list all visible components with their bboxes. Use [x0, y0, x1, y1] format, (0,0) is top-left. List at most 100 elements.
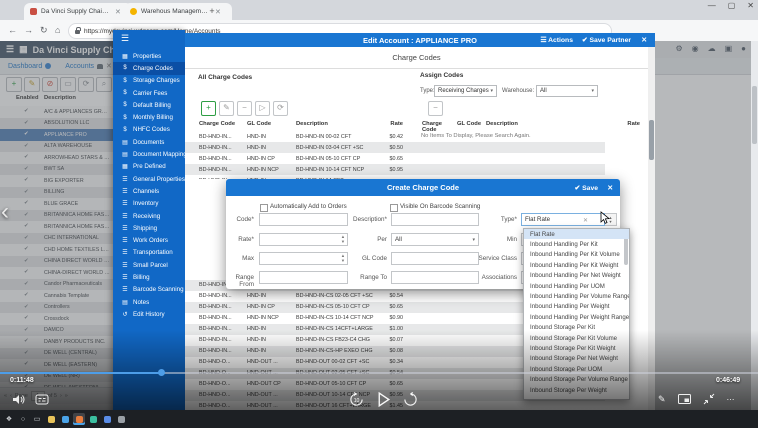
annotate-pencil-icon[interactable]: ✎: [658, 394, 666, 405]
task-view-button[interactable]: ▭: [31, 413, 43, 425]
dropdown-item[interactable]: Inbound Storage Per Net Weight: [524, 354, 629, 364]
sidebar-hamburger-icon[interactable]: ☰: [121, 33, 129, 44]
new-tab-button[interactable]: +: [206, 5, 218, 17]
sidebar-item-charge-codes[interactable]: $Charge Codes: [113, 62, 185, 74]
sidebar-item-receiving[interactable]: ☰Receiving: [113, 210, 185, 222]
reload-icon[interactable]: ↻: [40, 25, 48, 35]
type-input[interactable]: Flat Rate ✕: [521, 213, 605, 226]
dropdown-item[interactable]: Inbound Storage Per Kit Weight: [524, 343, 629, 353]
sidebar-item-monthly-billing[interactable]: $Monthly Billing: [113, 112, 185, 124]
save-button[interactable]: ✔ Save: [575, 184, 598, 192]
dropdown-item[interactable]: Inbound Storage Per Weight: [524, 385, 629, 395]
app-icon[interactable]: [101, 413, 113, 425]
dropdown-item[interactable]: Inbound Handling Per Volume Range: [524, 291, 629, 301]
sidebar-item-edit-history[interactable]: ↺Edit History: [113, 308, 185, 320]
file-explorer-icon[interactable]: [45, 413, 57, 425]
copy-charge-code-button[interactable]: ▷: [255, 101, 270, 116]
sidebar-item-carrier-fees[interactable]: $Carrier Fees: [113, 87, 185, 99]
search-button[interactable]: ○: [17, 413, 29, 425]
remove-charge-code-button[interactable]: −: [237, 101, 252, 116]
assign-remove-button[interactable]: −: [428, 101, 443, 116]
edit-modal-scrollbar[interactable]: [648, 47, 655, 428]
sidebar-item-general-properties[interactable]: ☰General Properties: [113, 173, 185, 185]
tab-close-icon[interactable]: ✕: [115, 8, 121, 16]
sidebar-item-storage-charges[interactable]: $Storage Charges: [113, 75, 185, 87]
dropdown-item[interactable]: Inbound Handling Per UOM: [524, 281, 629, 291]
dropdown-item[interactable]: Inbound Handling Per Net Weight: [524, 271, 629, 281]
sidebar-item-channels[interactable]: ☰Channels: [113, 185, 185, 197]
recording-app-icon[interactable]: [73, 413, 85, 425]
sidebar-item-small-parcel[interactable]: ☰Small Parcel: [113, 259, 185, 271]
dropdown-item[interactable]: Inbound Handling Per Kit Weight: [524, 260, 629, 270]
back-icon[interactable]: ←: [8, 25, 17, 35]
close-window-icon[interactable]: ✕: [747, 1, 754, 10]
dropdown-item[interactable]: Inbound Storage Per Kit: [524, 323, 629, 333]
sidebar-item-properties[interactable]: ▦Properties: [113, 50, 185, 62]
sidebar-item-transportation[interactable]: ☰Transportation: [113, 247, 185, 259]
actions-button[interactable]: ☰ Actions: [540, 36, 573, 44]
sidebar-item-work-orders[interactable]: ☰Work Orders: [113, 235, 185, 247]
forward-icon[interactable]: [403, 392, 418, 407]
dropdown-item[interactable]: Inbound Handling Per Weight Range: [524, 312, 629, 322]
sidebar-item-nhfc-codes[interactable]: $NHFC Codes: [113, 124, 185, 136]
save-partner-button[interactable]: ✔ Save Partner: [582, 36, 631, 44]
browser-scrollbar[interactable]: [751, 41, 758, 410]
start-button[interactable]: ❖: [3, 413, 15, 425]
pip-icon[interactable]: [678, 394, 691, 404]
browser-tab-1[interactable]: Da Vinci Supply Chain Busines ✕: [24, 3, 132, 20]
dropdown-item[interactable]: Inbound Handling Per Kit Volume: [524, 250, 629, 260]
code-input[interactable]: [259, 213, 348, 226]
charge-code-row[interactable]: BD-HND-IN...HND-IN CPBD-HND-IN 05-10 CFT…: [185, 153, 605, 164]
charge-code-row[interactable]: BD-HND-IN...HND-IN NCPBD-HND-IN 10-14 CF…: [185, 164, 605, 175]
create-modal-close-icon[interactable]: ✕: [607, 184, 613, 192]
per-select[interactable]: All▾: [391, 233, 479, 246]
sidebar-item-pre-defined[interactable]: ▦Pre Defined: [113, 161, 185, 173]
edit-modal-close-icon[interactable]: ✕: [641, 36, 647, 44]
home-icon[interactable]: ⌂: [55, 25, 60, 35]
app-icon[interactable]: [87, 413, 99, 425]
range-to-input[interactable]: [391, 271, 479, 284]
max-input[interactable]: ▲▼: [259, 252, 348, 265]
sidebar-item-document-mapping[interactable]: ▤Document Mapping: [113, 148, 185, 160]
sidebar-item-documents[interactable]: ▤Documents: [113, 136, 185, 148]
visible-barcode-checkbox[interactable]: [390, 204, 398, 212]
gl-code-input[interactable]: [391, 252, 479, 265]
video-progress-handle[interactable]: [158, 369, 165, 376]
shrink-icon[interactable]: [703, 393, 715, 405]
dropdown-item[interactable]: Inbound Storage Per Volume Range: [524, 374, 629, 384]
charge-code-row[interactable]: BD-HND-IN...HND-INBD-HND-IN 03-04 CFT +S…: [185, 142, 605, 153]
volume-icon[interactable]: [12, 394, 26, 405]
forward-icon[interactable]: →: [24, 25, 33, 35]
auto-add-checkbox[interactable]: [260, 204, 268, 212]
assign-type-select[interactable]: Receiving Charges▾: [434, 85, 497, 97]
maximize-icon[interactable]: ▢: [728, 1, 736, 10]
sidebar-item-default-billing[interactable]: $Default Billing: [113, 99, 185, 111]
dropdown-item[interactable]: Flat Rate: [524, 229, 629, 239]
app-icon[interactable]: [115, 413, 127, 425]
range-from-input[interactable]: [259, 271, 348, 284]
refresh-charge-codes-button[interactable]: ⟳: [273, 101, 288, 116]
sidebar-item-inventory[interactable]: ☰Inventory: [113, 198, 185, 210]
dropdown-item[interactable]: Inbound Handling Per Weight: [524, 302, 629, 312]
assign-warehouse-select[interactable]: All▾: [536, 85, 598, 97]
dropdown-item[interactable]: Inbound Storage Per Kit Volume: [524, 333, 629, 343]
description-input[interactable]: [391, 213, 479, 226]
prev-chevron-icon[interactable]: ‹: [1, 198, 9, 226]
add-charge-code-button[interactable]: +: [201, 101, 216, 116]
sidebar-item-billing[interactable]: ☰Billing: [113, 271, 185, 283]
rewind-10-icon[interactable]: 10: [349, 392, 364, 407]
edit-modal-scrollbar-thumb[interactable]: [649, 120, 654, 160]
more-options-icon[interactable]: ⋯: [727, 395, 735, 404]
minimize-icon[interactable]: —: [708, 1, 716, 10]
captions-icon[interactable]: [35, 394, 49, 405]
sidebar-item-barcode-scanning[interactable]: ☰Barcode Scanning: [113, 284, 185, 296]
dropdown-item[interactable]: Inbound Handling Per Kit: [524, 239, 629, 249]
play-icon[interactable]: [375, 391, 392, 408]
rate-input[interactable]: ▲▼: [259, 233, 348, 246]
sidebar-item-shipping[interactable]: ☰Shipping: [113, 222, 185, 234]
clear-icon[interactable]: ✕: [583, 217, 588, 224]
charge-code-row[interactable]: BD-HND-IN...HND-INBD-HND-IN 00-02 CFT$0.…: [185, 131, 605, 142]
edge-icon[interactable]: [59, 413, 71, 425]
sidebar-item-notes[interactable]: ▤Notes: [113, 296, 185, 308]
scrollbar-thumb[interactable]: [752, 86, 757, 144]
